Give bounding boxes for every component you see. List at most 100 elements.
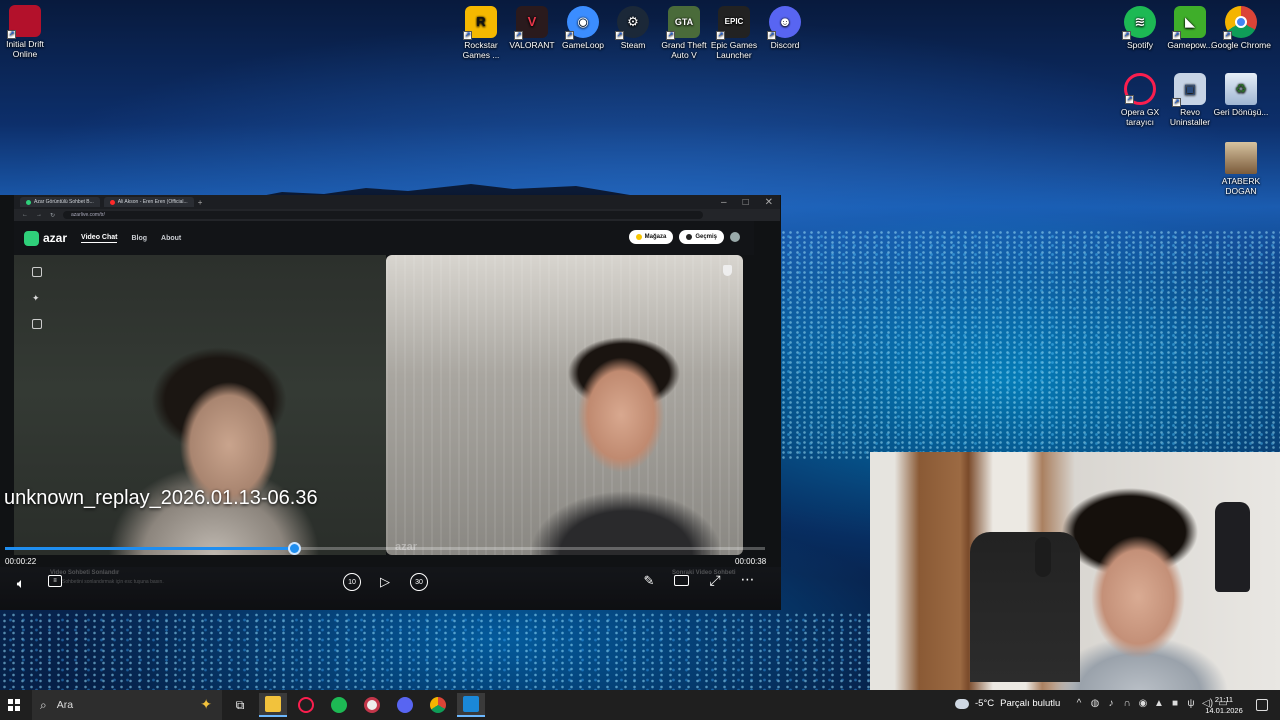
captured-url: azarlive.com/tr/ bbox=[63, 211, 704, 219]
taskbar-discord[interactable] bbox=[391, 693, 419, 717]
media-player-icon bbox=[463, 696, 479, 712]
time-elapsed: 00:00:22 bbox=[5, 557, 37, 566]
tray-app-icon[interactable]: ▲ bbox=[1154, 698, 1164, 709]
azar-store-button: Mağaza bbox=[628, 230, 674, 244]
steam-icon: ⚙ ↗ bbox=[615, 6, 649, 40]
captured-tab: Azar Görüntülü Sohbet B... bbox=[20, 197, 100, 207]
taskbar-clock[interactable]: 21:11 14.01.2026 bbox=[1203, 694, 1245, 716]
taskbar-search[interactable]: ⌕ Ara ✦ bbox=[32, 690, 222, 720]
webcam-chair bbox=[970, 532, 1080, 682]
search-placeholder: Ara bbox=[56, 699, 74, 711]
weather-widget[interactable]: -5°C Parçalı bulutlu bbox=[955, 698, 1060, 709]
taskbar: ⌕ Ara ✦ ⧉ -5°C Parçalı bulutlu ^ ◍ ♪ ∩ ◉… bbox=[0, 690, 1280, 720]
webcam-jacket bbox=[1215, 502, 1250, 592]
discord-icon bbox=[397, 697, 413, 713]
webcam-headset bbox=[1035, 537, 1051, 577]
steam-icon bbox=[364, 697, 380, 713]
tray-app-icon[interactable]: ◉ bbox=[1138, 698, 1148, 709]
notifications-icon[interactable] bbox=[1256, 699, 1268, 711]
desktop-icon-label: Revo Uninstaller bbox=[1169, 107, 1211, 127]
azar-nav-right: Mağaza Geçmiş bbox=[628, 230, 740, 244]
azar-logo: azar bbox=[24, 230, 67, 246]
azar-store-label: Mağaza bbox=[644, 234, 667, 240]
rockstar-icon: R ↗ bbox=[463, 6, 497, 40]
gamepower-icon: ◣ ↗ bbox=[1172, 6, 1206, 40]
seek-bar-thumb[interactable] bbox=[287, 542, 301, 555]
gem-icon bbox=[635, 234, 642, 240]
desktop-icon-discord[interactable]: ☻ ↗ Discord bbox=[754, 6, 816, 50]
recycle-bin-icon: ♻ bbox=[1225, 73, 1257, 105]
fullscreen-icon: ⤢ bbox=[709, 571, 721, 588]
taskbar-task-view[interactable]: ⧉ bbox=[226, 693, 254, 717]
desktop-icon-label: Opera GX tarayıcı bbox=[1120, 107, 1160, 127]
tray-app-icon[interactable]: ■ bbox=[1170, 698, 1180, 709]
play-icon: ▷ bbox=[380, 574, 390, 589]
chevron-up-icon[interactable]: ^ bbox=[1074, 698, 1084, 709]
taskbar-spotify[interactable] bbox=[325, 693, 353, 717]
desktop-icon-label: Gamepow... bbox=[1167, 40, 1213, 50]
taskbar-file-explorer[interactable] bbox=[259, 693, 287, 717]
video-feed-remote bbox=[386, 255, 743, 555]
spotify-icon: ≋ ↗ bbox=[1122, 6, 1156, 40]
usb-icon[interactable]: ψ bbox=[1186, 698, 1196, 709]
desktop-icon-label: Steam bbox=[620, 40, 646, 50]
media-player-window[interactable]: Azar Görüntülü Sohbet B... Ali Akson - E… bbox=[0, 195, 781, 610]
more-icon: ⋯ bbox=[740, 570, 756, 587]
skip-back-button[interactable]: 10 bbox=[343, 573, 361, 591]
skip-forward-label: 30 bbox=[415, 578, 423, 586]
skip-forward-button[interactable]: 30 bbox=[410, 573, 428, 591]
captured-tab-label: Ali Akson - Eren Eren (Official... bbox=[117, 199, 188, 205]
taskbar-media-player[interactable] bbox=[457, 693, 485, 717]
azar-nav-blog: Blog bbox=[131, 234, 148, 242]
azar-side-controls: ✦ bbox=[32, 267, 42, 329]
gameloop-icon: ◉ ↗ bbox=[565, 6, 599, 40]
more-options-button[interactable]: ⋯ bbox=[740, 571, 756, 587]
seek-bar-fill bbox=[5, 547, 294, 550]
taskbar-steam[interactable] bbox=[358, 693, 386, 717]
new-tab-icon: + bbox=[197, 197, 203, 207]
taskbar-opera-gx[interactable] bbox=[292, 693, 320, 717]
taskbar-chrome[interactable] bbox=[424, 693, 452, 717]
captions-button[interactable]: ≡ bbox=[48, 575, 62, 587]
seek-bar[interactable] bbox=[5, 542, 765, 555]
wallpaper-city-lights bbox=[780, 230, 1280, 460]
opera-gx-icon: ↗ bbox=[1124, 73, 1156, 105]
azar-logo-icon bbox=[24, 230, 39, 246]
edit-button[interactable]: ✎ bbox=[641, 573, 657, 589]
desktop-icon-recycle-bin[interactable]: ♻ Geri Dönüşü... bbox=[1210, 73, 1272, 117]
desktop-icon-user-folder[interactable]: ATABERK DOGAN bbox=[1210, 142, 1272, 196]
start-button[interactable] bbox=[8, 699, 20, 711]
microphone-icon[interactable]: ♪ bbox=[1106, 698, 1116, 709]
captured-tab: Ali Akson - Eren Eren (Official... bbox=[103, 197, 194, 207]
file-explorer-icon bbox=[265, 696, 281, 712]
reload-icon: ↻ bbox=[50, 212, 56, 219]
ghost-end-chat-sub: Sohbetini sonlandırmak için esc tuşuna b… bbox=[62, 579, 164, 585]
volume-icon: 🔈︎ bbox=[16, 574, 26, 591]
epic-games-icon: EPIC ↗ bbox=[716, 6, 750, 40]
desktop-icon-label: Discord bbox=[770, 40, 800, 50]
sparkle-icon: ✦ bbox=[32, 293, 40, 303]
clock-icon bbox=[686, 234, 693, 240]
wallpaper-city-lights-bottom bbox=[0, 612, 880, 690]
desktop-icon-initial-drift[interactable]: ↗ Initial Drift Online bbox=[0, 5, 56, 59]
clock-date: 14.01.2026 bbox=[1205, 706, 1243, 715]
desktop-icon-label: Geri Dönüşü... bbox=[1213, 107, 1269, 117]
media-title: unknown_replay_2026.01.13-06.36 bbox=[4, 487, 318, 509]
player-controls-bar: Video Sohbeti Sonlandır Sohbetini sonlan… bbox=[0, 567, 781, 610]
expand-icon bbox=[32, 267, 42, 277]
desktop-icon-label: GameLoop bbox=[561, 40, 605, 50]
weather-desc: Parçalı bulutlu bbox=[1000, 698, 1061, 709]
gta-icon: GTA ↗ bbox=[666, 6, 700, 40]
weather-temp: -5°C bbox=[975, 698, 995, 709]
volume-button[interactable]: 🔈︎ bbox=[12, 574, 30, 592]
desktop-icon-chrome[interactable]: ↗ Google Chrome bbox=[1210, 6, 1272, 50]
azar-navbar: azar Video Chat Blog About Mağaza Geçmiş bbox=[14, 221, 754, 255]
miniplayer-button[interactable] bbox=[674, 575, 689, 586]
tray-app-icon[interactable]: ◍ bbox=[1090, 698, 1100, 709]
captions-icon: ≡ bbox=[53, 578, 57, 584]
user-folder-icon bbox=[1225, 142, 1257, 174]
fullscreen-button[interactable]: ⤢ bbox=[707, 572, 723, 588]
headset-icon[interactable]: ∩ bbox=[1122, 698, 1132, 709]
revo-icon: ▣ ↗ bbox=[1172, 73, 1206, 107]
play-button[interactable]: ▷ bbox=[378, 574, 392, 589]
